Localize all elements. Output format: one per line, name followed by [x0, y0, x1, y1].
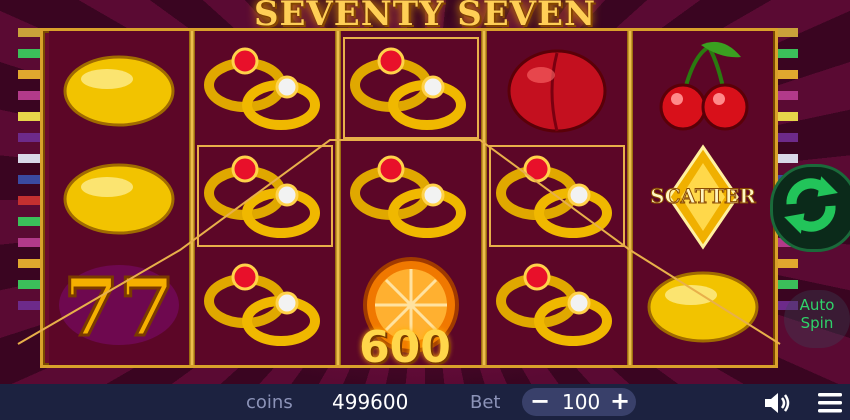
auto-spin-label-2: Spin [800, 314, 834, 332]
ring-icon [195, 35, 335, 143]
svg-text:77: 77 [63, 260, 174, 354]
menu-button[interactable] [816, 390, 844, 416]
reel-4 [487, 31, 627, 365]
reel-2 [195, 31, 335, 365]
left-payline-markers [18, 28, 40, 362]
auto-spin-label: Auto [799, 296, 835, 314]
refresh-icon [784, 176, 838, 234]
auto-spin-button[interactable]: Auto Spin [784, 290, 850, 348]
ring-icon [195, 251, 335, 359]
lemon-icon [49, 143, 189, 251]
bet-increase-button[interactable]: + [606, 388, 634, 416]
win-highlight [489, 145, 625, 247]
ring-icon [487, 251, 627, 359]
speaker-icon [765, 393, 790, 413]
win-highlight [197, 145, 333, 247]
plum-icon [487, 35, 627, 143]
reel-3 [341, 31, 481, 365]
bet-label: Bet [470, 392, 501, 413]
spin-button[interactable] [770, 164, 850, 252]
lemon-icon [49, 35, 189, 143]
hamburger-icon [818, 393, 842, 413]
win-amount: 600 [359, 322, 451, 373]
footer-bar [0, 384, 850, 420]
coins-label: coins [246, 392, 293, 413]
coins-value: 499600 [332, 390, 409, 414]
reels-frame: 77 SCATTER [40, 28, 778, 368]
lemon-icon [633, 251, 773, 359]
scatter-label: SCATTER [650, 184, 756, 208]
scatter-star-icon: SCATTER [633, 143, 773, 251]
cherries-icon [633, 35, 773, 143]
bet-decrease-button[interactable]: − [526, 388, 554, 416]
sound-button[interactable] [762, 390, 792, 416]
reel-5: SCATTER [633, 31, 773, 365]
seven-seven-icon: 77 [49, 251, 189, 359]
win-highlight [343, 37, 479, 139]
bet-value: 100 [562, 390, 601, 414]
ring-icon [341, 143, 481, 251]
reel-1: 77 [49, 31, 189, 365]
